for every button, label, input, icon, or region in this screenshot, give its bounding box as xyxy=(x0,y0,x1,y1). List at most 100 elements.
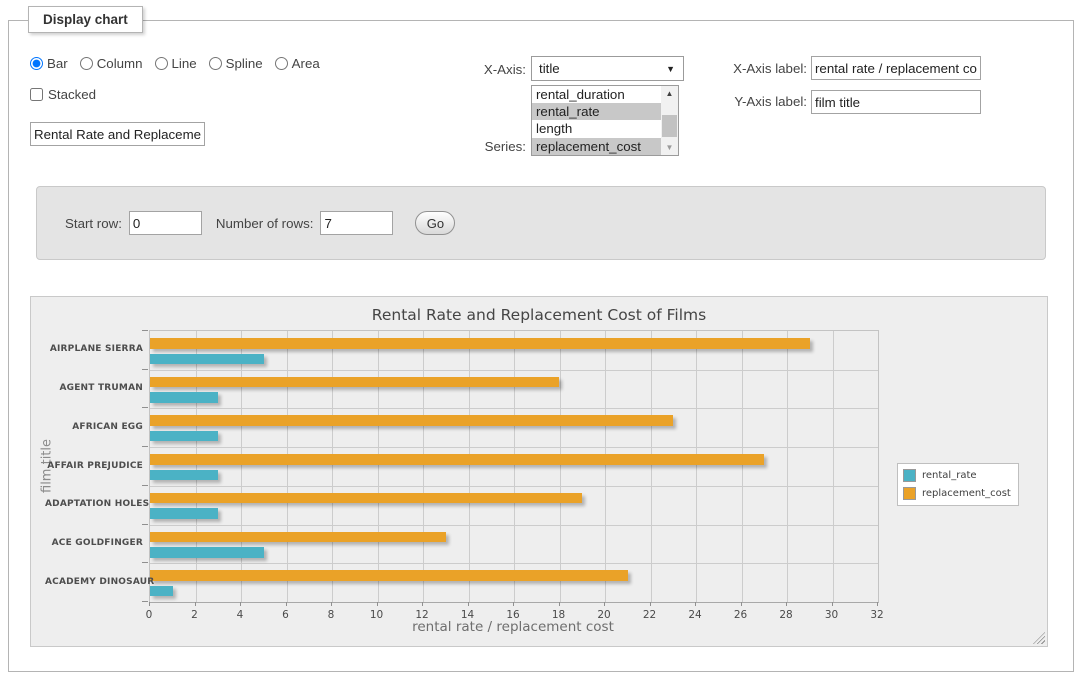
gridline xyxy=(150,563,878,564)
series-scrollbar[interactable]: ▲ ▼ xyxy=(661,86,678,155)
gridline xyxy=(605,331,606,602)
chart-type-option-spline[interactable]: Spline xyxy=(209,56,263,71)
gridline xyxy=(196,331,197,602)
x-axis-label-input[interactable] xyxy=(811,56,981,80)
chart-type-radio-area[interactable] xyxy=(275,57,288,70)
y-tick-mark xyxy=(142,446,148,447)
y-axis-label-input[interactable] xyxy=(811,90,981,114)
legend-swatch-replacement_cost xyxy=(903,487,916,500)
x-axis-select[interactable]: title ▼ xyxy=(531,56,684,81)
legend-label: rental_rate xyxy=(922,470,977,481)
category-label: AGENT TRUMAN xyxy=(45,383,143,393)
chart-type-label: Bar xyxy=(47,56,68,71)
category-label: AIRPLANE SIERRA xyxy=(45,344,143,354)
go-button[interactable]: Go xyxy=(415,211,455,235)
bar-rental_rate xyxy=(150,586,173,597)
resize-handle-icon[interactable] xyxy=(1033,632,1045,644)
chart-type-label: Area xyxy=(292,56,320,71)
gridline xyxy=(833,331,834,602)
x-axis-label-label: X-Axis label: xyxy=(712,61,807,76)
series-listbox[interactable]: rental_durationrental_ratelengthreplacem… xyxy=(531,85,679,156)
bar-replacement_cost xyxy=(150,493,582,504)
chart-type-label: Line xyxy=(172,56,197,71)
chart-type-option-line[interactable]: Line xyxy=(155,56,197,71)
gridline xyxy=(514,331,515,602)
gridline xyxy=(287,331,288,602)
y-tick-mark xyxy=(142,330,148,331)
x-tick-mark xyxy=(604,602,605,606)
bar-replacement_cost xyxy=(150,338,810,349)
scrollbar-down-icon[interactable]: ▼ xyxy=(661,140,678,155)
y-tick-mark xyxy=(142,407,148,408)
series-option-rental_rate[interactable]: rental_rate xyxy=(532,103,665,120)
gridline xyxy=(150,408,878,409)
bar-rental_rate xyxy=(150,354,264,365)
chart-type-option-area[interactable]: Area xyxy=(275,56,320,71)
chart-title: Rental Rate and Replacement Cost of Film… xyxy=(31,306,1047,324)
chart-plot-area xyxy=(149,330,879,603)
gridline xyxy=(150,486,878,487)
x-tick-mark xyxy=(650,602,651,606)
y-tick-mark xyxy=(142,485,148,486)
legend-label: replacement_cost xyxy=(922,488,1011,499)
gridline xyxy=(651,331,652,602)
stacked-row: Stacked xyxy=(30,87,96,102)
category-label: ACE GOLDFINGER xyxy=(45,538,143,548)
chart-type-label: Spline xyxy=(226,56,263,71)
series-option-rental_duration[interactable]: rental_duration xyxy=(532,86,665,103)
gridline xyxy=(560,331,561,602)
bar-replacement_cost xyxy=(150,570,628,581)
gridline xyxy=(423,331,424,602)
chart-type-option-column[interactable]: Column xyxy=(80,56,143,71)
bar-rental_rate xyxy=(150,547,264,558)
chart-type-option-bar[interactable]: Bar xyxy=(30,56,68,71)
gridline xyxy=(696,331,697,602)
number-of-rows-label: Number of rows: xyxy=(216,216,314,231)
bar-replacement_cost xyxy=(150,532,446,543)
bar-rental_rate xyxy=(150,470,218,481)
x-tick-mark xyxy=(877,602,878,606)
category-label: AFFAIR PREJUDICE xyxy=(45,461,143,471)
legend-swatch-rental_rate xyxy=(903,469,916,482)
x-tick-mark xyxy=(422,602,423,606)
scrollbar-thumb[interactable] xyxy=(662,115,677,137)
chart-type-radio-bar[interactable] xyxy=(30,57,43,70)
bar-replacement_cost xyxy=(150,377,559,388)
chart-type-radio-spline[interactable] xyxy=(209,57,222,70)
chevron-down-icon: ▼ xyxy=(666,64,675,74)
stacked-checkbox[interactable] xyxy=(30,88,43,101)
y-tick-mark xyxy=(142,369,148,370)
chart-container: Rental Rate and Replacement Cost of Film… xyxy=(30,296,1048,647)
legend-item-replacement_cost: replacement_cost xyxy=(903,487,1011,500)
gridline xyxy=(150,447,878,448)
number-of-rows-input[interactable] xyxy=(320,211,393,235)
x-tick-mark xyxy=(149,602,150,606)
series-options: rental_durationrental_ratelengthreplacem… xyxy=(532,86,678,155)
fieldset-legend: Display chart xyxy=(28,6,143,33)
y-tick-mark xyxy=(142,524,148,525)
x-tick-mark xyxy=(741,602,742,606)
row-controls-box: Start row: Number of rows: Go xyxy=(36,186,1046,260)
chart-title-input[interactable] xyxy=(30,122,205,146)
y-tick-mark xyxy=(142,562,148,563)
scrollbar-up-icon[interactable]: ▲ xyxy=(661,86,678,101)
stacked-label: Stacked xyxy=(48,87,96,102)
chart-type-radio-column[interactable] xyxy=(80,57,93,70)
category-label: ADAPTATION HOLES xyxy=(45,499,143,509)
gridline xyxy=(742,331,743,602)
chart-type-radio-line[interactable] xyxy=(155,57,168,70)
series-option-length[interactable]: length xyxy=(532,120,665,137)
legend-item-rental_rate: rental_rate xyxy=(903,469,1011,482)
x-tick-mark xyxy=(195,602,196,606)
category-label: ACADEMY DINOSAUR xyxy=(45,577,143,587)
gridline xyxy=(787,331,788,602)
gridline xyxy=(332,331,333,602)
x-tick-mark xyxy=(240,602,241,606)
gridline xyxy=(150,370,878,371)
start-row-input[interactable] xyxy=(129,211,202,235)
gridline xyxy=(469,331,470,602)
series-option-replacement_cost[interactable]: replacement_cost xyxy=(532,138,665,155)
y-tick-mark xyxy=(142,601,148,602)
x-tick-mark xyxy=(331,602,332,606)
x-tick-mark xyxy=(286,602,287,606)
